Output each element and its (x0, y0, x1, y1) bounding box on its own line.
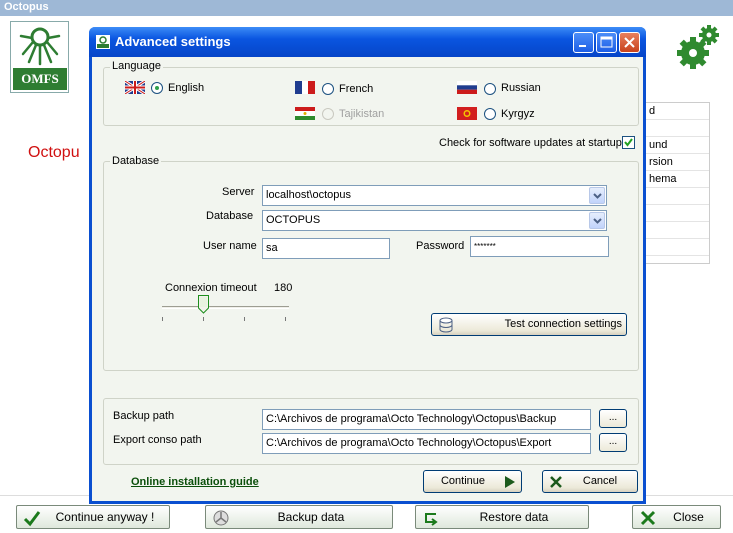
list-item (643, 239, 709, 256)
dialog-body: Language English French Russian Tajikist… (92, 57, 643, 501)
tajikistan-flag-icon (295, 107, 315, 120)
background-red-label: Octopu (28, 144, 80, 161)
updates-checkbox[interactable] (622, 136, 635, 149)
kyrgyz-label: Kyrgyz (501, 108, 535, 120)
timeout-slider-track[interactable] (162, 306, 289, 309)
database-icon (439, 317, 453, 333)
list-item (643, 188, 709, 205)
restore-data-button[interactable]: Restore data (415, 505, 589, 529)
radio-english[interactable] (151, 82, 163, 94)
list-item: d (643, 103, 709, 120)
database-value: OCTOPUS (266, 214, 321, 226)
radio-russian[interactable] (484, 83, 496, 95)
list-item: und (643, 137, 709, 154)
server-dropdown-button[interactable] (589, 187, 605, 204)
list-item: hema (643, 171, 709, 188)
timeout-label: Connexion timeout (165, 282, 257, 294)
minimize-icon (579, 45, 586, 47)
advanced-settings-dialog: Advanced settings Language English Frenc… (89, 27, 646, 504)
maximize-icon (600, 36, 613, 48)
restore-icon (425, 513, 438, 526)
password-input[interactable]: ******* (470, 236, 609, 257)
continue-anyway-button[interactable]: Continue anyway ! (16, 505, 170, 529)
dialog-title: Advanced settings (115, 34, 231, 49)
backup-icon (213, 510, 229, 526)
french-label: French (339, 83, 374, 95)
background-list: d und rsion hema (642, 102, 710, 264)
slider-tick (244, 317, 245, 321)
server-label: Server (222, 186, 255, 198)
kyrgyzstan-flag-icon (457, 107, 477, 120)
chevron-down-icon (593, 193, 602, 199)
timeout-slider-thumb[interactable] (198, 295, 209, 314)
slider-tick (162, 317, 163, 321)
test-connection-button[interactable]: Test connection settings (431, 313, 627, 336)
backup-path-input[interactable]: C:\Archivos de programa\Octo Technology\… (262, 409, 591, 430)
list-item: rsion (643, 154, 709, 171)
password-label: Password (416, 240, 465, 252)
app-icon (96, 35, 110, 49)
list-item (643, 222, 709, 239)
continue-button[interactable]: Continue (423, 470, 522, 493)
maximize-button[interactable] (596, 32, 617, 53)
play-arrow-icon (505, 476, 515, 488)
online-installation-guide-link[interactable]: Online installation guide (131, 476, 259, 488)
uk-flag-icon (125, 81, 145, 94)
checkmark-icon (23, 511, 41, 527)
cancel-button[interactable]: Cancel (542, 470, 638, 493)
main-window-title: Octopus (0, 0, 733, 16)
france-flag-icon (295, 81, 315, 94)
close-button[interactable]: Close (632, 505, 721, 529)
backup-path-label: Backup path (113, 410, 175, 422)
radio-french[interactable] (322, 83, 334, 95)
octopus-logo-icon (19, 27, 61, 66)
username-label: User name (203, 240, 257, 252)
database-dropdown-button[interactable] (589, 212, 605, 229)
dialog-close-button[interactable] (619, 32, 640, 53)
database-group-label: Database (110, 155, 162, 167)
updates-label: Check for software updates at startup (439, 137, 622, 149)
export-browse-button[interactable]: ... (599, 433, 627, 452)
export-path-label: Export conso path (113, 434, 202, 446)
close-x-icon (640, 510, 656, 526)
minimize-button[interactable] (573, 32, 594, 53)
backup-browse-button[interactable]: ... (599, 409, 627, 428)
database-label: Database (206, 210, 254, 222)
backup-data-button[interactable]: Backup data (205, 505, 393, 529)
slider-tick (285, 317, 286, 321)
database-combobox[interactable]: OCTOPUS (262, 210, 607, 231)
gears-icon (677, 25, 719, 69)
slider-tick (203, 317, 204, 321)
radio-kyrgyz[interactable] (484, 108, 496, 120)
language-group-label: Language (110, 60, 163, 72)
server-combobox[interactable]: localhost\octopus (262, 185, 607, 206)
russian-label: Russian (501, 82, 541, 94)
chevron-down-icon (593, 218, 602, 224)
logo-text: OMFS (13, 68, 67, 90)
radio-tajikistan[interactable] (322, 108, 334, 120)
english-label: English (168, 82, 205, 94)
close-x-icon (550, 476, 562, 488)
list-item (643, 205, 709, 222)
timeout-value: 180 (274, 282, 293, 294)
close-x-icon (624, 37, 635, 48)
checkmark-icon (624, 138, 633, 147)
russia-flag-icon (457, 81, 477, 94)
omfs-logo: OMFS (10, 21, 69, 93)
server-value: localhost\octopus (266, 189, 351, 201)
username-input[interactable]: sa (262, 238, 390, 259)
dialog-titlebar[interactable]: Advanced settings (89, 27, 646, 57)
tajikistan-label: Tajikistan (339, 108, 385, 120)
list-item (643, 120, 709, 137)
export-path-input[interactable]: C:\Archivos de programa\Octo Technology\… (262, 433, 591, 454)
